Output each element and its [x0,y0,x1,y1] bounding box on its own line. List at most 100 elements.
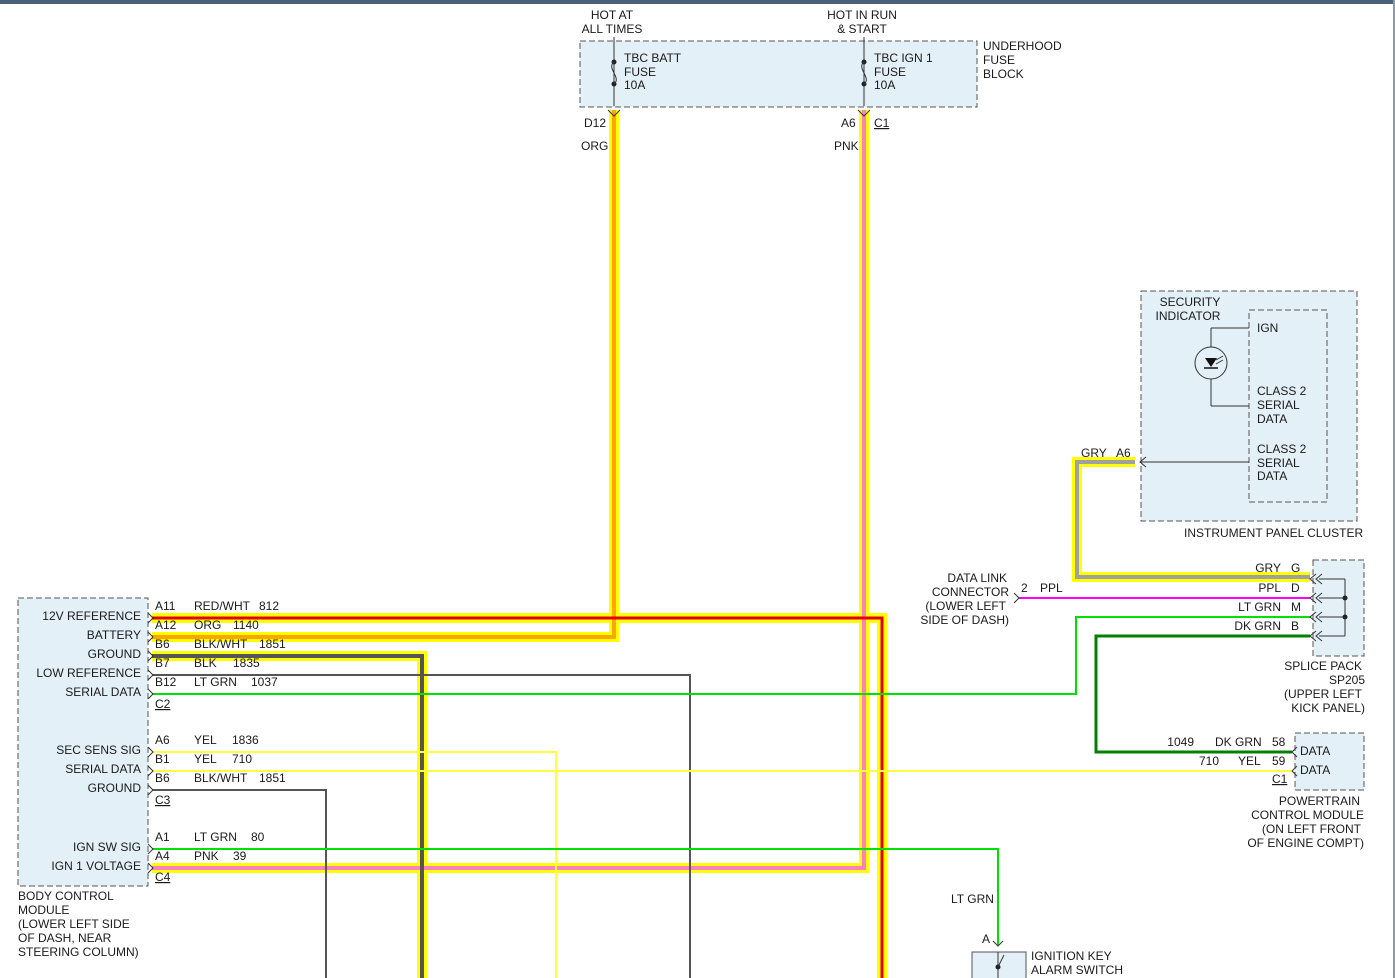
bcm-circuit-number: 1836 [232,733,259,747]
fuse1-line2: FUSE [624,65,656,79]
splice-row-pin: B [1291,619,1299,633]
ipc-serial2-line1: CLASS 2 [1257,442,1307,456]
bcm-circuit-number: 39 [233,849,247,863]
bcm-pin-name: GROUND [88,781,142,795]
wire-blkwht-1851b [152,789,327,978]
fuse1-line1: TBC BATT [624,51,682,65]
pcm-row-color: DK GRN [1215,735,1262,749]
bcm-circuit-number: 1851 [259,771,286,785]
fuse1-wire-color: ORG [581,139,608,153]
ipc-serial1-line2: SERIAL [1257,398,1300,412]
splice-row-color: LT GRN [1238,600,1281,614]
bcm-pin-name: LOW REFERENCE [36,666,141,680]
wire-blkwht-highlight [152,651,427,978]
bcm-wire-color: BLK [194,656,217,670]
bcm-pin-name: BATTERY [87,628,141,642]
bcm-circuit-number: 812 [259,599,279,613]
pcm-conn: C1 [1272,772,1288,786]
bcm-pin-id: A1 [155,830,170,844]
ipc-pin: A6 [1116,446,1131,460]
ipc-serial1-line3: DATA [1257,412,1287,426]
ipc-wire-color: GRY [1081,446,1107,460]
bcm-wire-color: LT GRN [194,675,237,689]
ign-switch-label-1: IGNITION KEY [1031,949,1112,963]
bcm-circuit-number: 1835 [233,656,260,670]
splice-row-color: DK GRN [1234,619,1281,633]
bcm-pin-id: A4 [155,849,170,863]
bcm-wire-color: PNK [194,849,219,863]
splice-row-pin: D [1291,581,1300,595]
fuse2-wire-color: PNK [834,139,859,153]
ipc-ign-label: IGN [1257,321,1278,335]
pcm-box [1294,732,1365,791]
pcm-row-color: YEL [1238,754,1261,768]
dlc-label-2: CONNECTOR [932,585,1009,599]
bcm-pin-id: A6 [155,733,170,747]
bcm-pin-id: A12 [155,618,177,632]
ign-switch-pin: A [982,932,990,946]
pcm-row-pin: 59 [1272,754,1286,768]
bcm-pin-name: IGN SW SIG [73,840,141,854]
bcm-circuit-number: 1037 [251,675,278,689]
hot-run-label-1: HOT IN RUN [827,8,897,22]
fuse-block-conn: C1 [874,116,890,130]
hot-at-label-2: ALL TIMES [582,22,643,36]
bcm-pin-name: GROUND [88,647,142,661]
pcm-row-circuit: 710 [1199,754,1219,768]
pcm-row-pin: 58 [1272,735,1286,749]
bcm-wire-color: ORG [194,618,221,632]
bcm-label-2: MODULE [18,903,69,917]
security-indicator-label-1: SECURITY [1160,295,1221,309]
wire-pnk [152,110,866,870]
bcm-label-1: BODY CONTROL [18,889,114,903]
wire-org-highlight [152,110,619,642]
wire-org [152,110,616,639]
pcm-label-3: (ON LEFT FRONT [1262,822,1362,836]
bcm-label-5: STEERING COLUMN) [18,945,139,959]
splice-label-3: (UPPER LEFT [1284,687,1363,701]
pcm-label-1: POWERTRAIN [1279,794,1360,808]
pcm-label-4: OF ENGINE COMPT) [1247,836,1364,850]
wire-cores [152,110,1310,978]
dlc-pin: 2 [1021,581,1028,595]
dlc-label-4: SIDE OF DASH) [920,613,1009,627]
dlc-wire-color: PPL [1040,581,1063,595]
wire-redwht-highlight [152,613,887,978]
bcm-label-3: (LOWER LEFT SIDE [18,917,130,931]
bcm-pin-id: B6 [155,637,170,651]
ign-switch-wire-color: LT GRN [951,892,994,906]
pcm-row-name: DATA [1300,744,1330,758]
bcm-pin-id: A11 [155,599,176,613]
bcm-wire-color: LT GRN [194,830,237,844]
pcm-row-circuit: 1049 [1167,735,1194,749]
bcm-conn-c3: C3 [155,793,171,807]
bcm-wire-color: RED/WHT [194,599,251,613]
fuse-block-label-1: UNDERHOOD [983,39,1062,53]
hot-run-label-2: & START [837,22,887,36]
bcm-wire-color: BLK/WHT [194,771,248,785]
fuse2-pin: A6 [841,116,856,130]
ipc-serial2-line2: SERIAL [1257,456,1300,470]
fuse2-line3: 10A [874,78,895,92]
wire-pnk-highlight [152,110,869,873]
wiring-diagram: HOT AT ALL TIMES HOT IN RUN & START TBC … [17,8,1365,978]
pcm-label-2: CONTROL MODULE [1251,808,1364,822]
dlc-connector-chevron [1013,592,1020,604]
pcm-row-name: DATA [1300,763,1330,777]
splice-row-pin: M [1291,600,1301,614]
bcm-pin-name: SERIAL DATA [65,685,141,699]
splice-label-4: KICK PANEL) [1291,701,1365,715]
fuse-block-label-3: BLOCK [983,67,1024,81]
bcm-wire-color: YEL [194,733,217,747]
bcm-pin-name: SEC SENS SIG [56,743,141,757]
bcm-pin-name: IGN 1 VOLTAGE [51,859,141,873]
ign-switch-label-2: ALARM SWITCH [1031,963,1123,977]
bcm-wire-color: BLK/WHT [194,637,248,651]
bcm-circuit-number: 1851 [259,637,286,651]
bcm-wire-color: YEL [194,752,217,766]
bcm-conn-c4: C4 [155,870,171,884]
fuse1-line3: 10A [624,78,645,92]
hot-at-label-1: HOT AT [591,8,634,22]
bcm-pin-id: B6 [155,771,170,785]
bcm-circuit-number: 1140 [233,618,259,632]
